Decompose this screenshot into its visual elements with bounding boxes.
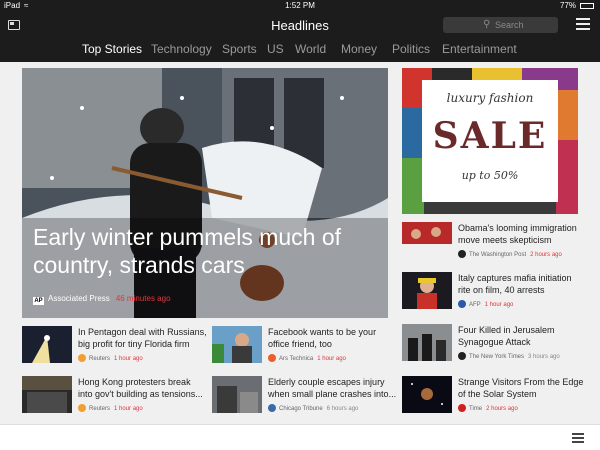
list-view-icon[interactable] <box>572 433 584 443</box>
story-thumbnail <box>212 326 262 363</box>
story-headline: Italy captures mafia initiation rite on f… <box>458 273 572 295</box>
status-bar: iPad ≈ 1:52 PM 77% <box>0 0 600 12</box>
story-solar-system[interactable]: Strange Visitors From the Edge of the Sol… <box>402 376 584 420</box>
reuters-icon <box>78 404 86 412</box>
ad-sale-text: SALE <box>432 115 548 157</box>
story-pentagon[interactable]: In Pentagon deal with Russians, big profi… <box>22 326 207 370</box>
story-meta: Ars Technica 1 hour ago <box>268 354 346 362</box>
ap-logo-icon: AP <box>33 297 44 305</box>
news-content: Early winter pummels much of country, st… <box>0 62 600 424</box>
story-headline: Four Killed in Jerusalem Synagogue Attack <box>458 325 555 347</box>
story-thumbnail <box>212 376 262 413</box>
battery-percent: 77% <box>560 1 577 10</box>
battery-icon <box>580 3 594 9</box>
story-italy-mafia[interactable]: Italy captures mafia initiation rite on f… <box>402 272 582 316</box>
time-icon <box>458 404 466 412</box>
story-meta: The New York Times 3 hours ago <box>458 352 560 360</box>
story-hong-kong[interactable]: Hong Kong protesters break into gov't bui… <box>22 376 204 420</box>
story-headline: Strange Visitors From the Edge of the Sol… <box>458 377 584 399</box>
story-obama[interactable]: Obama's looming immigration move meets sk… <box>402 222 582 266</box>
reuters-icon <box>78 354 86 362</box>
story-thumbnail <box>402 324 452 361</box>
hero-headline: Early winter pummels much of country, st… <box>33 224 342 278</box>
afp-icon <box>458 300 466 308</box>
story-thumbnail <box>22 376 72 413</box>
story-headline: Obama's looming immigration move meets sk… <box>458 223 577 245</box>
story-headline: Hong Kong protesters break into gov't bui… <box>78 377 203 399</box>
hero-time: 46 minutes ago <box>115 294 171 303</box>
tab-world[interactable]: World <box>295 42 326 56</box>
tab-money[interactable]: Money <box>341 42 377 56</box>
story-thumbnail <box>402 376 452 413</box>
tab-us[interactable]: US <box>267 42 284 56</box>
search-input[interactable]: ⚲ Search <box>443 17 558 33</box>
story-meta: Chicago Tribune 6 hours ago <box>268 404 358 412</box>
washington-post-icon <box>458 250 466 258</box>
tab-technology[interactable]: Technology <box>151 42 212 56</box>
search-icon: ⚲ <box>483 19 491 30</box>
story-plane-crash[interactable]: Elderly couple escapes injury when small … <box>212 376 397 420</box>
hero-photo <box>22 68 388 318</box>
story-thumbnail <box>402 222 452 259</box>
story-headline: In Pentagon deal with Russians, big profi… <box>78 327 207 349</box>
hero-story[interactable]: Early winter pummels much of country, st… <box>22 68 388 318</box>
menu-icon[interactable] <box>576 18 590 30</box>
category-tabs: Top Stories Technology Sports US World M… <box>0 38 600 62</box>
ad-discount-text: up to 50% <box>461 169 519 182</box>
story-meta: Reuters 1 hour ago <box>78 354 143 362</box>
story-headline: Facebook wants to be your office friend, … <box>268 327 377 349</box>
hero-meta: AP Associated Press 46 minutes ago <box>33 294 171 305</box>
story-thumbnail <box>22 326 72 363</box>
ad-line-1: luxury fashion <box>446 91 534 105</box>
top-bar: Headlines ⚲ Search <box>0 12 600 38</box>
tab-entertainment[interactable]: Entertainment <box>442 42 517 56</box>
fashion-ad[interactable]: luxury fashion SALE up to 50% <box>402 68 578 214</box>
tab-politics[interactable]: Politics <box>392 42 430 56</box>
bottom-bar <box>0 424 600 450</box>
search-placeholder: Search <box>495 20 524 30</box>
ars-technica-icon <box>268 354 276 362</box>
story-thumbnail <box>402 272 452 309</box>
ad-panel: luxury fashion SALE up to 50% <box>422 80 558 202</box>
story-facebook[interactable]: Facebook wants to be your office friend, … <box>212 326 394 370</box>
tab-top-stories[interactable]: Top Stories <box>82 42 142 56</box>
story-meta: Time 2 hours ago <box>458 404 518 412</box>
story-meta: The Washington Post 2 hours ago <box>458 250 562 258</box>
story-meta: Reuters 1 hour ago <box>78 404 143 412</box>
story-meta: AFP 1 hour ago <box>458 300 513 308</box>
hero-source: Associated Press <box>48 294 110 303</box>
story-headline: Elderly couple escapes injury when small … <box>268 377 397 399</box>
tab-sports[interactable]: Sports <box>222 42 257 56</box>
chicago-tribune-icon <box>268 404 276 412</box>
status-time: 1:52 PM <box>285 1 315 10</box>
story-jerusalem[interactable]: Four Killed in Jerusalem Synagogue Attack… <box>402 324 582 368</box>
new-york-times-icon <box>458 352 466 360</box>
